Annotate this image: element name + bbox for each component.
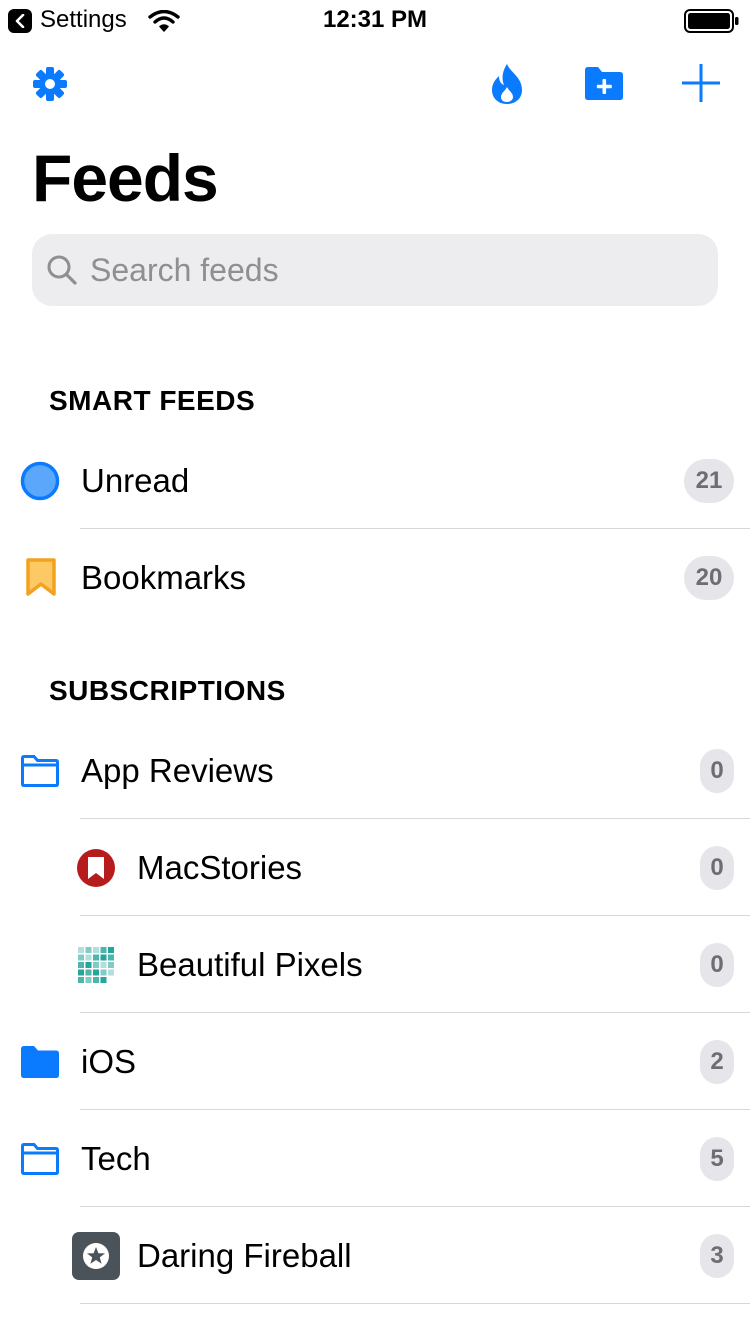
smart-feed-label: Unread bbox=[81, 461, 190, 499]
folder-outline-icon bbox=[21, 1142, 59, 1175]
unread-count-badge: 2 bbox=[700, 1039, 734, 1084]
row-separator bbox=[80, 1303, 750, 1304]
refresh-button[interactable] bbox=[486, 62, 528, 106]
feed-label: MacStories bbox=[137, 848, 303, 886]
smart-feed-unread-row[interactable]: Unread 21 bbox=[0, 432, 750, 529]
feed-label: Beautiful Pixels bbox=[137, 945, 363, 983]
settings-button[interactable] bbox=[30, 64, 70, 104]
unread-count-badge: 5 bbox=[700, 1136, 734, 1181]
flame-icon bbox=[492, 64, 522, 104]
folder-label: App Reviews bbox=[81, 751, 274, 789]
unread-count-badge: 3 bbox=[700, 1233, 734, 1278]
subscriptions-header: SUBSCRIPTIONS bbox=[49, 675, 286, 706]
search-input[interactable] bbox=[90, 248, 690, 292]
feed-row-macstories[interactable]: MacStories 0 bbox=[0, 819, 750, 916]
battery-icon bbox=[684, 9, 739, 33]
folder-label: iOS bbox=[81, 1042, 137, 1080]
status-time: 12:31 PM bbox=[322, 6, 428, 33]
search-icon bbox=[47, 255, 77, 285]
unread-circle-icon bbox=[20, 461, 60, 500]
unread-count-badge: 21 bbox=[684, 458, 734, 503]
add-folder-button[interactable] bbox=[582, 64, 626, 104]
beautiful-pixels-icon bbox=[78, 946, 114, 983]
smart-feed-bookmarks-row[interactable]: Bookmarks 20 bbox=[0, 529, 750, 626]
folder-label: Tech bbox=[81, 1139, 151, 1177]
gear-icon bbox=[33, 67, 67, 101]
folder-row-tech[interactable]: Tech 5 bbox=[0, 1110, 750, 1207]
add-feed-button[interactable] bbox=[680, 62, 722, 104]
folder-row-app-reviews[interactable]: App Reviews 0 bbox=[0, 722, 750, 819]
macstories-icon bbox=[77, 848, 115, 887]
folder-filled-icon bbox=[21, 1045, 59, 1078]
unread-count-badge: 0 bbox=[700, 942, 734, 987]
feed-row-daring-fireball[interactable]: Daring Fireball 3 bbox=[0, 1207, 750, 1304]
feed-label: Daring Fireball bbox=[137, 1236, 352, 1274]
unread-count-badge: 0 bbox=[700, 845, 734, 890]
status-bar: Settings 12:31 PM bbox=[0, 0, 750, 40]
unread-count-badge: 0 bbox=[700, 748, 734, 793]
folder-outline-icon bbox=[21, 754, 59, 787]
daring-fireball-icon bbox=[72, 1231, 120, 1280]
page-title: Feeds bbox=[32, 141, 219, 215]
plus-icon bbox=[682, 64, 720, 102]
folder-row-ios[interactable]: iOS 2 bbox=[0, 1013, 750, 1110]
feed-row-beautiful-pixels[interactable]: Beautiful Pixels 0 bbox=[0, 916, 750, 1013]
unread-count-badge: 20 bbox=[684, 555, 734, 600]
folder-plus-icon bbox=[585, 67, 623, 100]
search-bar[interactable] bbox=[32, 234, 718, 306]
smart-feeds-header: SMART FEEDS bbox=[49, 385, 256, 416]
smart-feed-label: Bookmarks bbox=[81, 558, 247, 596]
bookmark-icon bbox=[26, 557, 56, 596]
